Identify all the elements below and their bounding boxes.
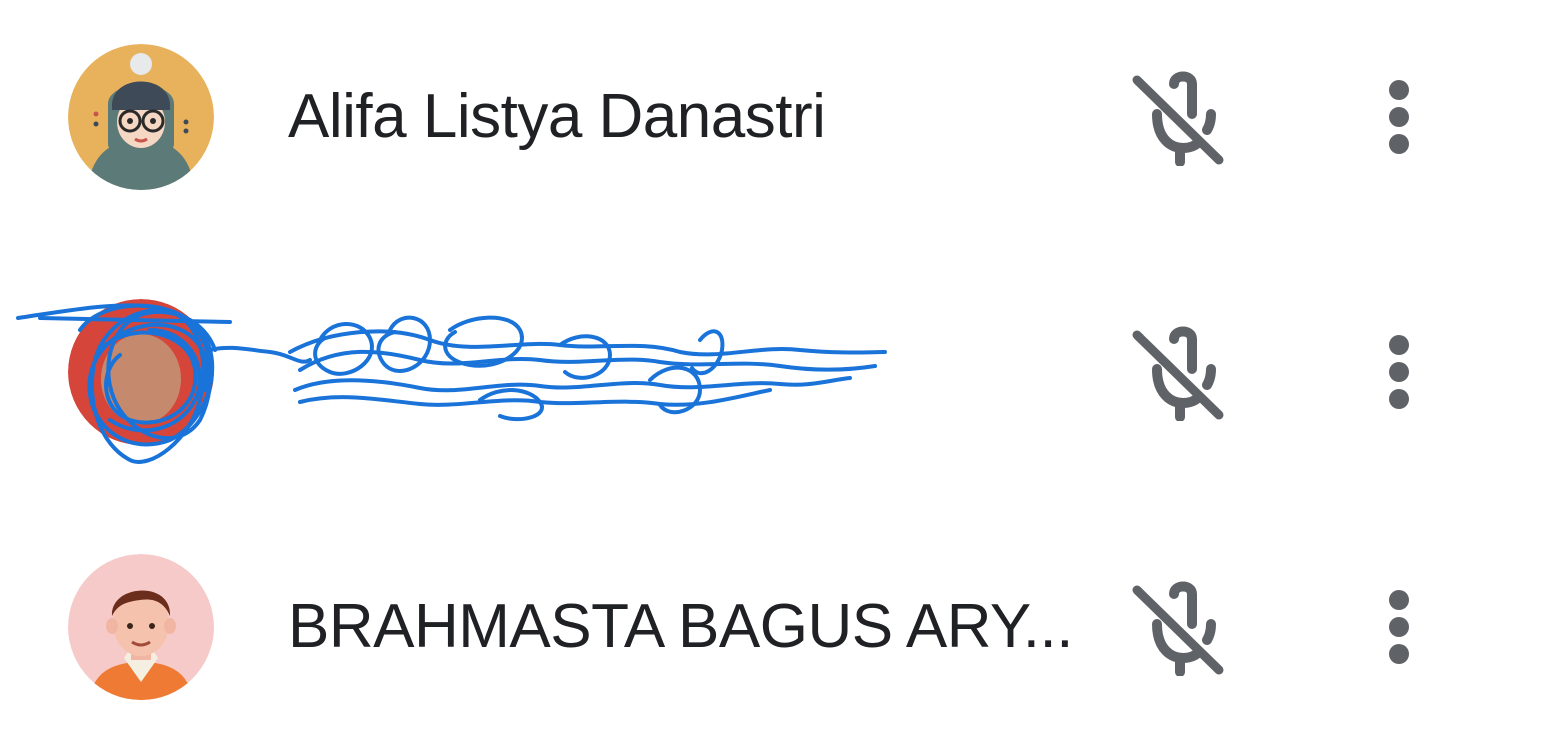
more-vertical-icon[interactable] <box>1369 333 1429 413</box>
participant-row[interactable] <box>0 297 1546 447</box>
mic-off-icon[interactable] <box>1127 325 1227 421</box>
avatar <box>68 554 214 700</box>
participant-name: Alifa Listya Danastri <box>288 82 826 151</box>
participant-name: BRAHMASTA BAGUS ARY... <box>288 592 1073 661</box>
more-vertical-icon[interactable] <box>1369 78 1429 158</box>
avatar <box>68 299 214 445</box>
participant-row[interactable]: Alifa Listya Danastri <box>0 42 1546 192</box>
more-vertical-icon[interactable] <box>1369 588 1429 668</box>
mic-off-icon[interactable] <box>1127 70 1227 166</box>
participant-row[interactable]: BRAHMASTA BAGUS ARY... <box>0 552 1546 702</box>
mic-off-icon[interactable] <box>1127 580 1227 676</box>
avatar-illustration <box>68 44 214 190</box>
avatar <box>68 44 214 190</box>
